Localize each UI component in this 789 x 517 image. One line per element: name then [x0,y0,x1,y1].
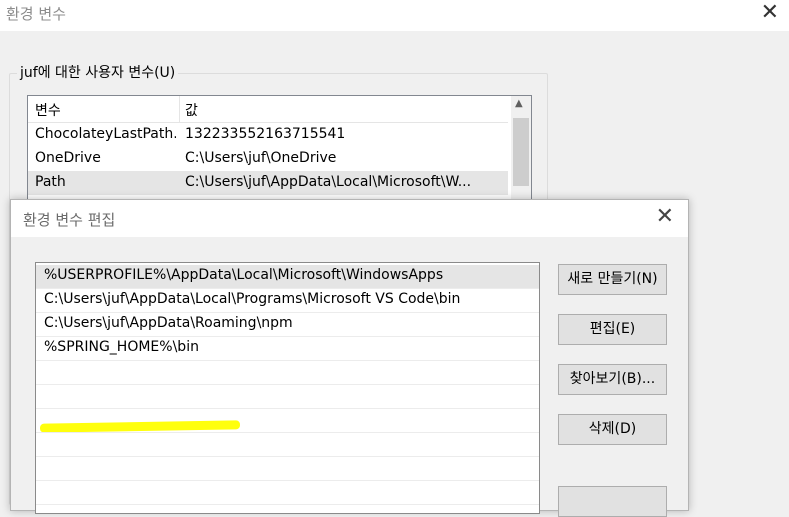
dialog-title: 환경 변수 편집 [23,211,116,229]
scrollbar-thumb[interactable] [513,118,529,186]
variable-name: ChocolateyLastPath... [35,126,176,142]
dialog-close-icon[interactable]: ✕ [656,204,674,230]
path-entry[interactable]: %USERPROFILE%\AppData\Local\Microsoft\Wi… [36,265,539,289]
vertical-scrollbar[interactable]: ▲ [511,96,531,216]
variable-value: C:\Users\juf\OneDrive [185,150,337,166]
path-entry-text: %USERPROFILE%\AppData\Local\Microsoft\Wi… [44,267,444,283]
column-header-variable[interactable]: 변수 [35,100,61,120]
variable-row-path[interactable]: Path C:\Users\juf\AppData\Local\Microsof… [28,171,508,195]
path-entry[interactable]: C:\Users\juf\AppData\Roaming\npm [36,313,539,337]
path-entry-text: C:\Users\juf\AppData\Roaming\npm [44,315,293,331]
empty-path-row[interactable] [36,361,539,385]
dialog-titlebar: 환경 변수 편집 ✕ [11,200,688,237]
variable-row-onedrive[interactable]: OneDrive C:\Users\juf\OneDrive [28,147,508,171]
move-up-button[interactable] [558,486,667,517]
empty-path-row[interactable] [36,457,539,481]
column-divider[interactable] [179,96,180,122]
empty-path-row[interactable] [36,433,539,457]
delete-button[interactable]: 삭제(D) [558,414,667,445]
path-entry-text: C:\Users\juf\AppData\Local\Programs\Micr… [44,291,461,307]
path-entry-text: %SPRING_HOME%\bin [44,339,199,355]
variable-name: OneDrive [35,150,101,166]
variable-value: 132233552163715541 [185,126,346,142]
path-entries-list[interactable]: %USERPROFILE%\AppData\Local\Microsoft\Wi… [35,262,540,514]
bg-close-icon[interactable]: ✕ [761,0,779,26]
edit-environment-variable-dialog: 환경 변수 편집 ✕ %USERPROFILE%\AppData\Local\M… [10,199,689,517]
column-header-value[interactable]: 값 [185,100,198,120]
path-entry[interactable]: %SPRING_HOME%\bin [36,337,539,433]
edit-button[interactable]: 편집(E) [558,314,667,345]
empty-path-row[interactable] [36,385,539,409]
new-button[interactable]: 새로 만들기(N) [558,264,667,295]
path-entry[interactable]: C:\Users\juf\AppData\Local\Programs\Micr… [36,289,539,313]
user-variables-group-label: juf에 대한 사용자 변수(U) [17,62,179,82]
empty-path-row[interactable] [36,409,539,433]
variable-name: Path [35,174,66,190]
bg-window-title: 환경 변수 [6,5,66,23]
browse-button[interactable]: 찾아보기(B)... [558,364,667,395]
scroll-up-arrow-icon[interactable]: ▲ [515,98,523,109]
variable-value: C:\Users\juf\AppData\Local\Microsoft\W..… [185,174,472,190]
bg-titlebar: 환경 변수 ✕ [0,0,789,31]
list-header: 변수 값 [28,96,508,123]
empty-path-row[interactable] [36,481,539,505]
variable-row-chocolatey[interactable]: ChocolateyLastPath... 132233552163715541 [28,123,508,147]
